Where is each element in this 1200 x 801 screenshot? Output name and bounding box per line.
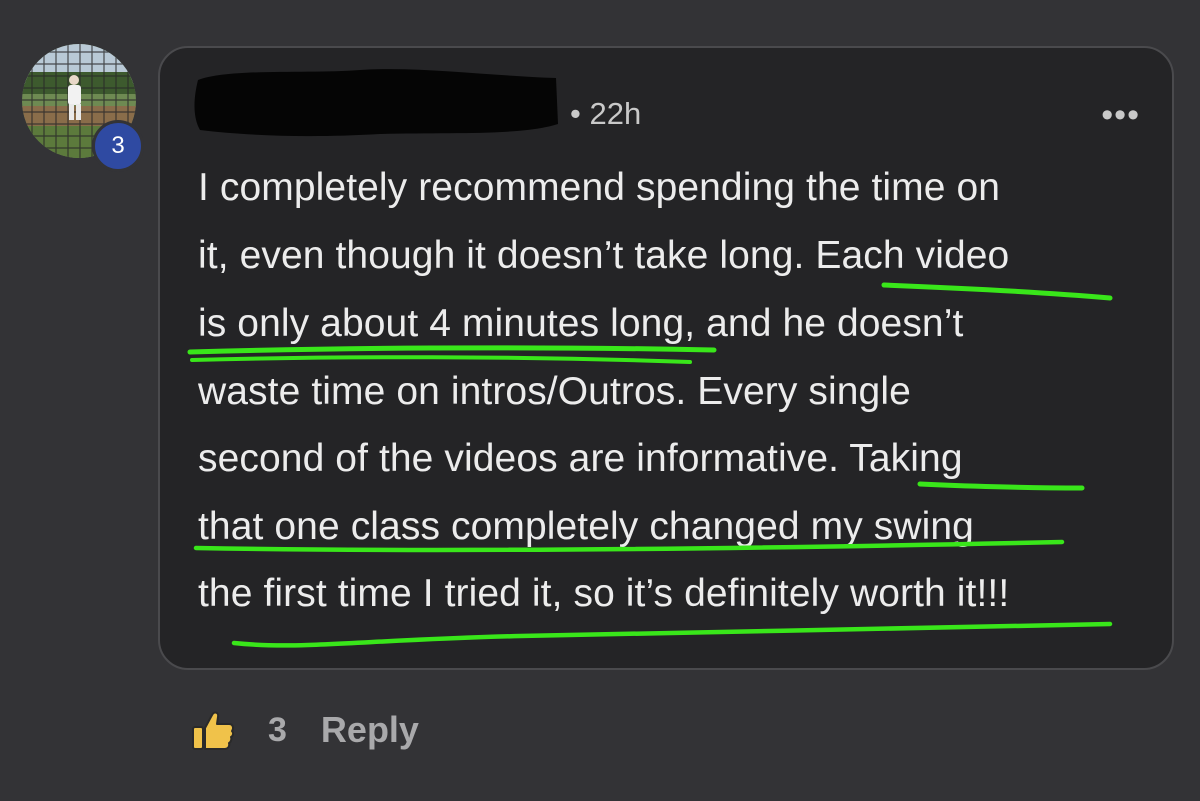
comment-bubble: • 22h ••• I completely recommend spendin… — [158, 46, 1174, 670]
comment-text-line-6: that one class completely changed my swi… — [198, 505, 974, 548]
comment-text-line-1: I completely recommend spending the time… — [198, 166, 1001, 209]
comment-text-line-4: waste time on intros/Outros. Every singl… — [198, 370, 911, 413]
comment-actions: 3 Reply — [190, 700, 419, 760]
comment-text-line-3: is only about 4 minutes long, and he doe… — [198, 302, 964, 345]
thumbs-up-icon[interactable] — [190, 707, 236, 753]
comment-text-line-7: the first time I tried it, so it’s defin… — [198, 572, 1010, 615]
reply-button[interactable]: Reply — [321, 709, 419, 751]
comment-text-line-2: it, even though it doesn’t take long. Ea… — [198, 234, 1010, 277]
like-count: 3 — [268, 710, 287, 749]
avatar-badge: 3 — [92, 120, 144, 172]
comment-text-line-5: second of the videos are informative. Ta… — [198, 437, 963, 480]
comment-timestamp: • 22h — [570, 96, 642, 131]
more-options-icon[interactable]: ••• — [1101, 96, 1140, 135]
redacted-name — [194, 69, 558, 137]
avatar-container[interactable]: 3 — [22, 44, 144, 172]
